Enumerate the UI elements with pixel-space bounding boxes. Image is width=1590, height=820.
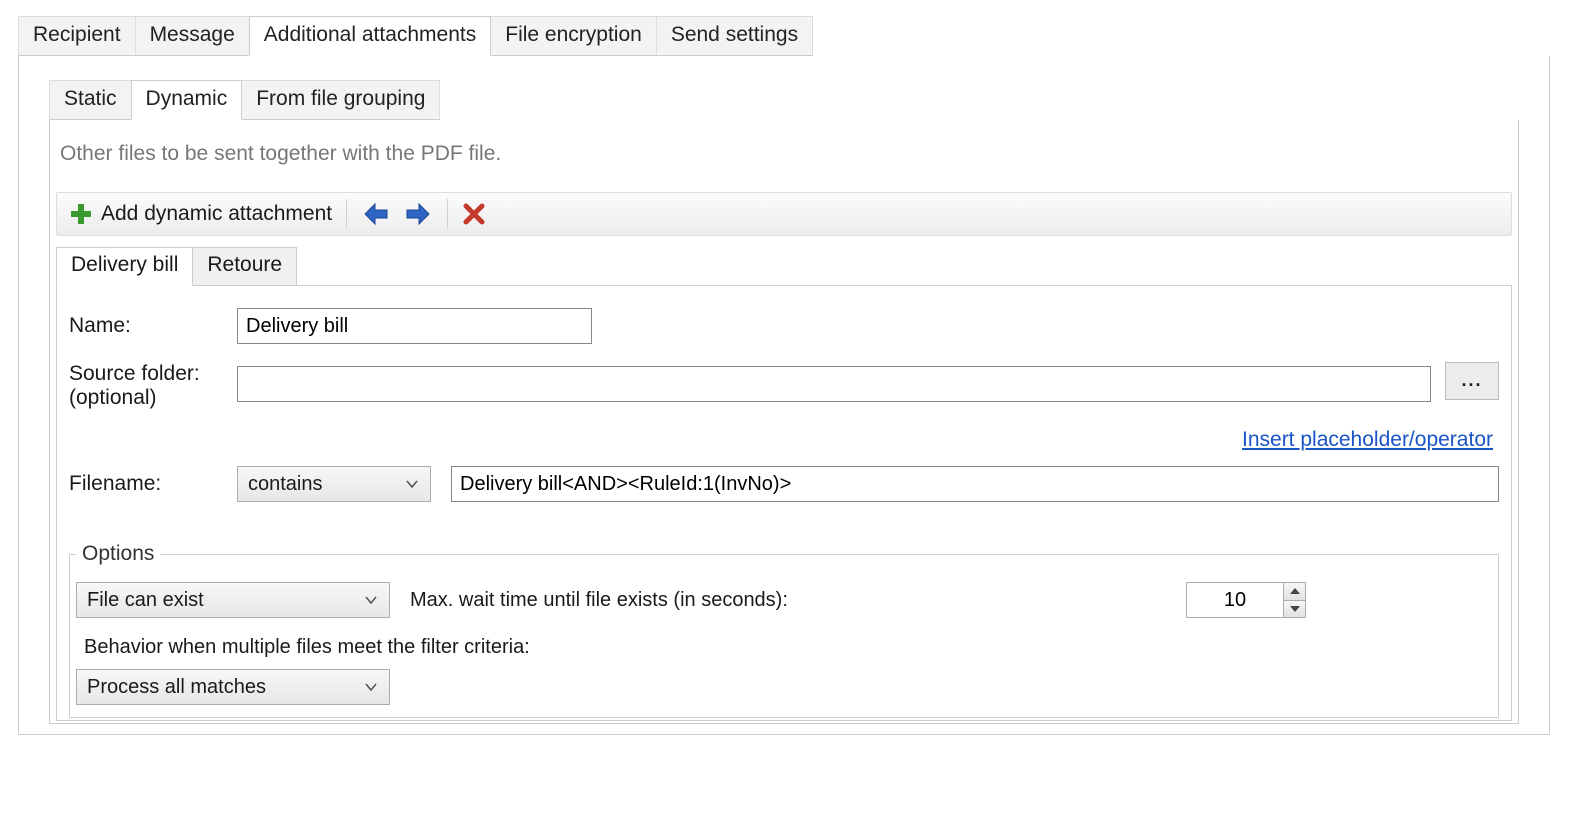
- tab-static[interactable]: Static: [49, 80, 132, 120]
- triangle-down-icon: [1290, 606, 1300, 612]
- tab-send-settings[interactable]: Send settings: [656, 16, 813, 56]
- name-input[interactable]: [237, 308, 592, 344]
- tab-dynamic[interactable]: Dynamic: [131, 80, 243, 120]
- attachment-items-tabstrip: Delivery bill Retoure: [56, 246, 1512, 285]
- filename-label: Filename:: [69, 472, 237, 496]
- options-fieldset: Options File can exist Max. wait time un…: [69, 542, 1499, 718]
- delete-button[interactable]: [456, 200, 492, 228]
- dynamic-panel-description: Other files to be sent together with the…: [60, 142, 1512, 166]
- move-right-button[interactable]: [397, 199, 439, 229]
- filename-operator-value: contains: [248, 473, 323, 496]
- close-icon: [462, 202, 486, 226]
- tab-message[interactable]: Message: [135, 16, 250, 56]
- add-dynamic-attachment-label: Add dynamic attachment: [101, 202, 332, 226]
- attachment-tab-retoure[interactable]: Retoure: [192, 247, 297, 285]
- main-tabstrip: Recipient Message Additional attachments…: [18, 16, 1550, 56]
- triangle-up-icon: [1290, 588, 1300, 594]
- source-folder-input[interactable]: [237, 366, 1431, 402]
- dynamic-toolbar: Add dynamic attachment: [56, 192, 1512, 236]
- multiple-matches-label: Behavior when multiple files meet the fi…: [84, 636, 1486, 659]
- name-label: Name:: [69, 314, 237, 338]
- tab-file-encryption[interactable]: File encryption: [490, 16, 657, 56]
- source-folder-label-line1: Source folder:: [69, 362, 200, 385]
- add-dynamic-attachment-button[interactable]: Add dynamic attachment: [63, 200, 338, 228]
- chevron-down-icon: [363, 679, 379, 695]
- wait-time-label: Max. wait time until file exists (in sec…: [410, 589, 788, 612]
- multiple-matches-select[interactable]: Process all matches: [76, 669, 390, 705]
- dynamic-panel: Other files to be sent together with the…: [49, 120, 1519, 724]
- multiple-matches-value: Process all matches: [87, 676, 266, 699]
- plus-icon: [69, 202, 93, 226]
- tab-from-file-grouping[interactable]: From file grouping: [241, 80, 440, 120]
- chevron-down-icon: [404, 476, 420, 492]
- wait-time-input[interactable]: [1187, 583, 1283, 617]
- arrow-left-icon: [361, 201, 391, 227]
- source-folder-label: Source folder: (optional): [69, 362, 237, 410]
- spinner-up-button[interactable]: [1284, 583, 1305, 601]
- toolbar-separator: [346, 199, 347, 229]
- attachment-form: Name: Source folder: (optional) ... Inse…: [56, 285, 1512, 721]
- browse-source-folder-button[interactable]: ...: [1445, 362, 1499, 400]
- file-existence-select[interactable]: File can exist: [76, 582, 390, 618]
- chevron-down-icon: [363, 592, 379, 608]
- insert-placeholder-link[interactable]: Insert placeholder/operator: [1242, 428, 1493, 451]
- tab-recipient[interactable]: Recipient: [18, 16, 136, 56]
- wait-time-spinner[interactable]: [1186, 582, 1306, 618]
- arrow-right-icon: [403, 201, 433, 227]
- toolbar-separator-2: [447, 199, 448, 229]
- filename-pattern-input[interactable]: [451, 466, 1499, 502]
- attachments-mode-tabstrip: Static Dynamic From file grouping: [49, 80, 1519, 120]
- attachment-tab-delivery-bill[interactable]: Delivery bill: [56, 247, 193, 286]
- tab-additional-attachments[interactable]: Additional attachments: [249, 16, 491, 56]
- attachments-panel: Static Dynamic From file grouping Other …: [18, 56, 1550, 735]
- options-legend: Options: [76, 542, 160, 566]
- move-left-button[interactable]: [355, 199, 397, 229]
- file-existence-value: File can exist: [87, 589, 204, 612]
- source-folder-label-line2: (optional): [69, 386, 157, 409]
- filename-operator-select[interactable]: contains: [237, 466, 431, 502]
- spinner-down-button[interactable]: [1284, 601, 1305, 618]
